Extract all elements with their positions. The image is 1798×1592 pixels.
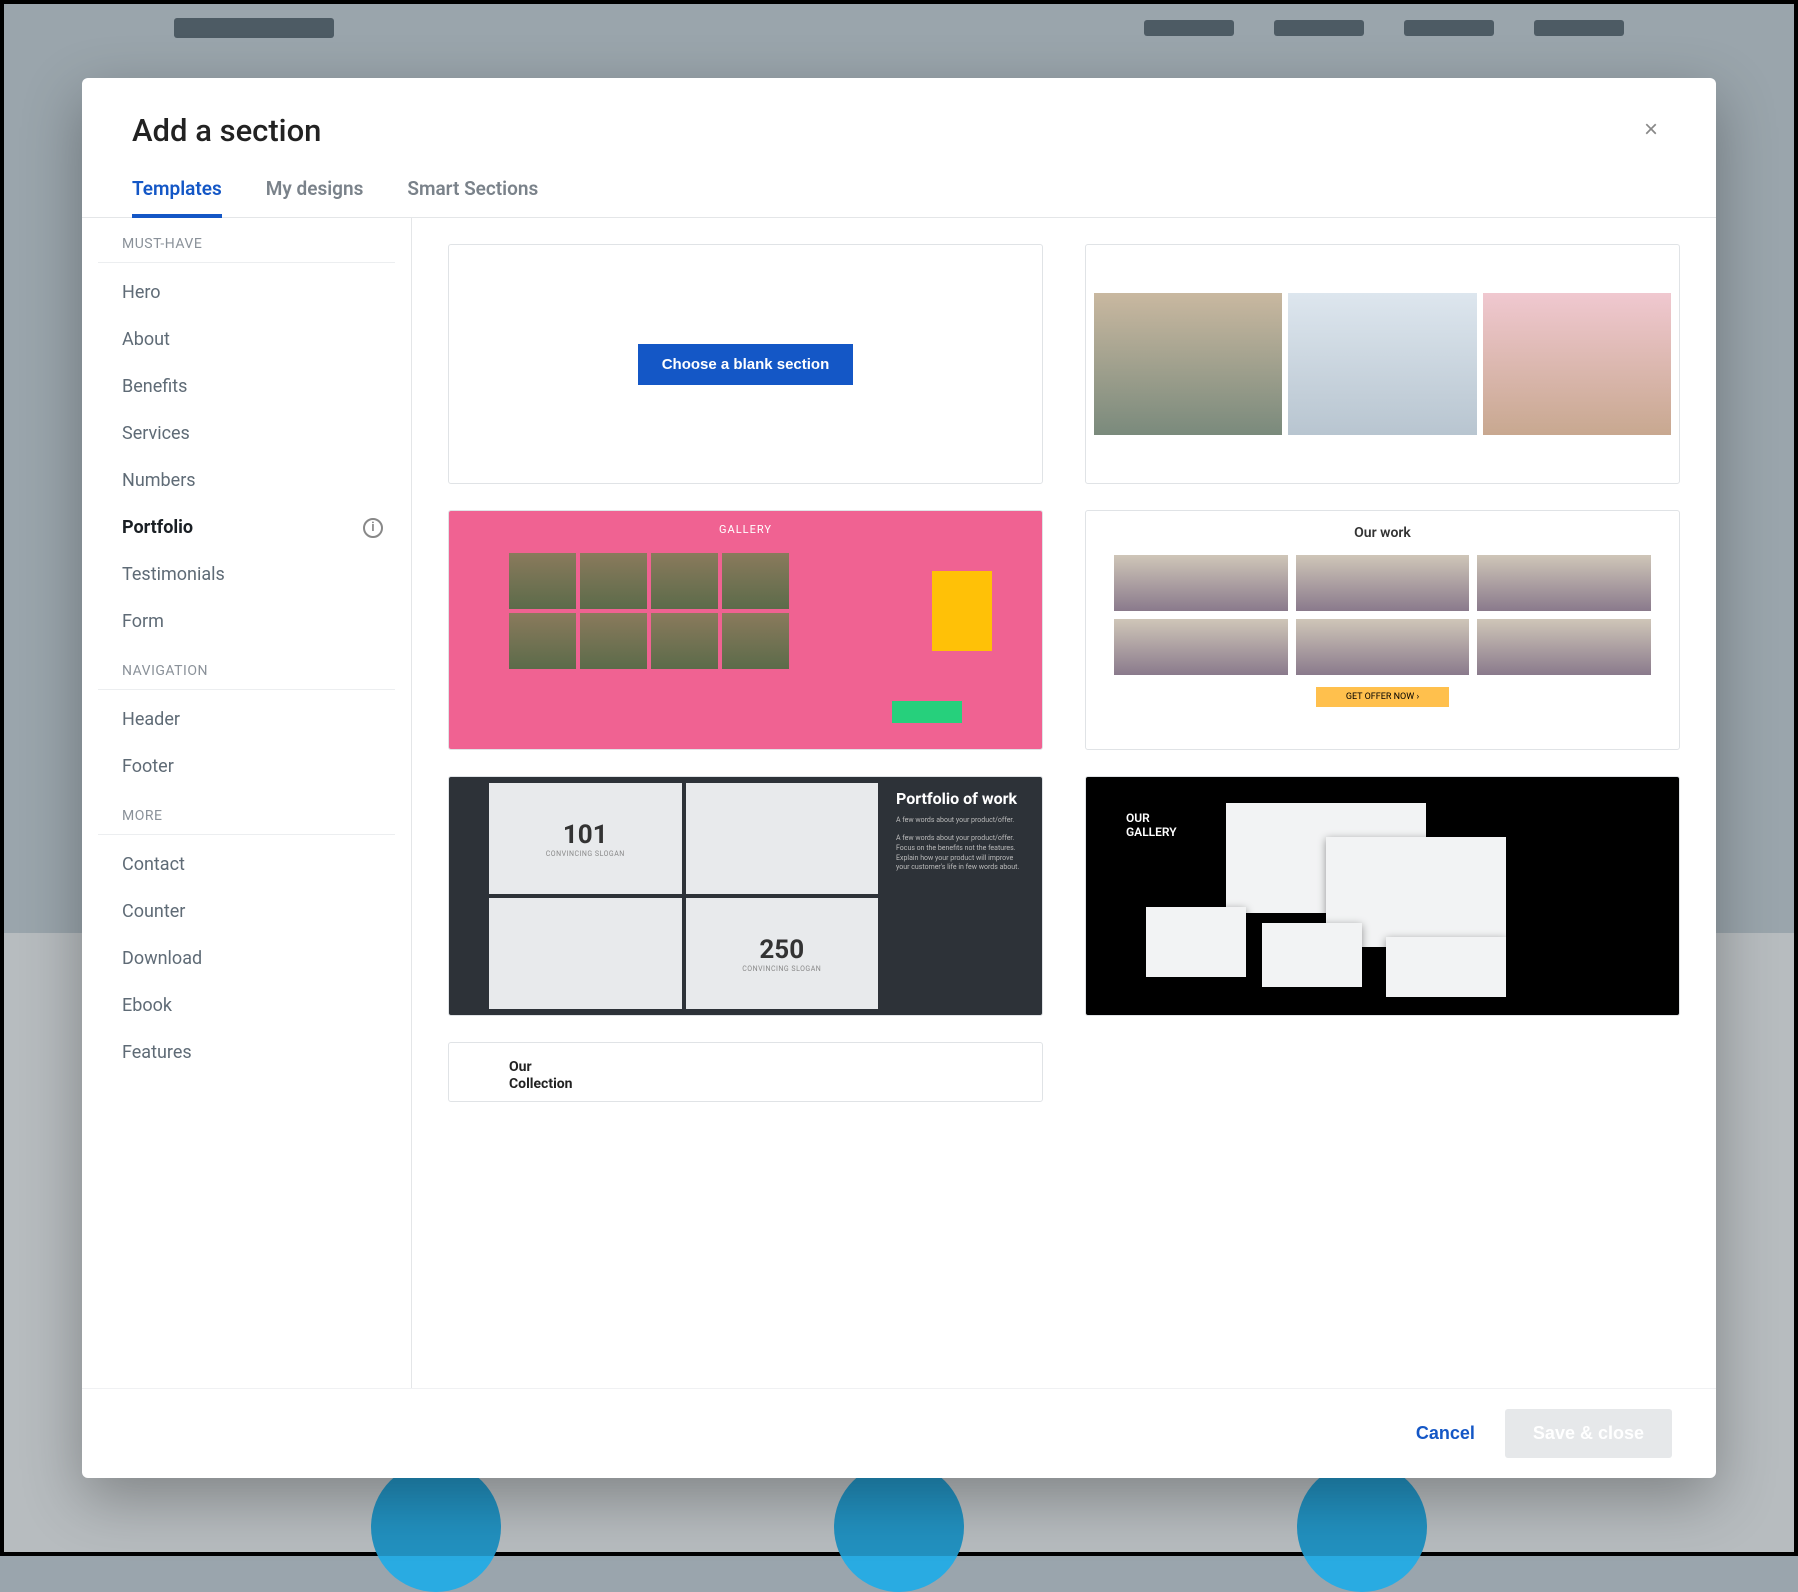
template-card-blank[interactable]: Choose a blank section [448,244,1043,484]
preview-slogan: CONVINCING SLOGAN [742,965,821,973]
sidebar-item-portfolio[interactable]: Portfolio i [82,504,411,551]
sidebar-item-label: Contact [122,854,185,875]
template-card-venice[interactable] [1085,244,1680,484]
sidebar-item-numbers[interactable]: Numbers [82,457,411,504]
sidebar-item-label: Features [122,1042,192,1063]
cancel-button[interactable]: Cancel [1416,1423,1475,1444]
sidebar-item-label: Header [122,709,180,730]
sidebar-item-testimonials[interactable]: Testimonials [82,551,411,598]
save-close-button[interactable]: Save & close [1505,1409,1672,1458]
sidebar-item-label: Form [122,611,164,632]
sidebar-item-download[interactable]: Download [82,935,411,982]
close-button[interactable]: × [1636,112,1666,148]
sidebar-item-hero[interactable]: Hero [82,269,411,316]
sidebar-item-label: Benefits [122,376,187,397]
group-must-have: MUST-HAVE [98,218,395,263]
sidebar-item-label: Portfolio [122,517,193,538]
preview-title: Portfolio of work [896,789,1028,808]
sidebar-item-contact[interactable]: Contact [82,841,411,888]
category-sidebar: MUST-HAVE Hero About Benefits Services N… [82,218,412,1388]
preview-slogan: CONVINCING SLOGAN [546,850,625,858]
sidebar-item-label: About [122,329,170,350]
preview-number: 101 [563,820,608,850]
preview-button: GET OFFER NOW › [1316,687,1449,707]
group-more: MORE [98,790,395,835]
sidebar-item-header[interactable]: Header [82,696,411,743]
preview-sub: A few words about your product/offer. [896,816,1028,826]
template-card-our-work[interactable]: Our work GET OFFER NOW › [1085,510,1680,750]
info-icon[interactable]: i [363,518,383,538]
add-section-modal: Add a section × Templates My designs Sma… [82,78,1716,1478]
sidebar-item-counter[interactable]: Counter [82,888,411,935]
sidebar-item-label: Services [122,423,190,444]
template-card-black-gallery[interactable]: OURGALLERY [1085,776,1680,1016]
sidebar-item-form[interactable]: Form [82,598,411,645]
sidebar-item-services[interactable]: Services [82,410,411,457]
preview-label: OURGALLERY [1126,811,1177,840]
tab-templates[interactable]: Templates [132,177,222,218]
preview-desc: A few words about your product/offer. Fo… [896,834,1028,873]
template-gallery: Choose a blank section GALLERY Our work … [412,218,1716,1388]
modal-footer: Cancel Save & close [82,1388,1716,1478]
sidebar-item-ebook[interactable]: Ebook [82,982,411,1029]
sidebar-item-label: Numbers [122,470,196,491]
sidebar-item-label: Hero [122,282,161,303]
template-card-collection[interactable]: OurCollection [448,1042,1043,1102]
modal-title: Add a section [132,112,321,149]
group-navigation: NAVIGATION [98,645,395,690]
sidebar-item-features[interactable]: Features [82,1029,411,1076]
sidebar-item-label: Download [122,948,202,969]
sidebar-item-label: Footer [122,756,174,777]
sidebar-item-footer[interactable]: Footer [82,743,411,790]
sidebar-item-label: Ebook [122,995,172,1016]
preview-title: GALLERY [449,523,1042,536]
sidebar-item-label: Testimonials [122,564,225,585]
tab-bar: Templates My designs Smart Sections [82,149,1716,218]
preview-number: 250 [759,935,804,965]
choose-blank-button[interactable]: Choose a blank section [638,344,854,385]
preview-signup [892,701,962,723]
preview-title: Our work [1114,525,1651,541]
tab-my-designs[interactable]: My designs [266,177,364,218]
sidebar-item-about[interactable]: About [82,316,411,363]
sidebar-item-label: Counter [122,901,185,922]
preview-title: OurCollection [509,1059,573,1093]
template-card-pink-gallery[interactable]: GALLERY [448,510,1043,750]
sidebar-item-benefits[interactable]: Benefits [82,363,411,410]
tab-smart-sections[interactable]: Smart Sections [407,177,538,218]
template-card-portfolio-dark[interactable]: 101CONVINCING SLOGAN 250CONVINCING SLOGA… [448,776,1043,1016]
